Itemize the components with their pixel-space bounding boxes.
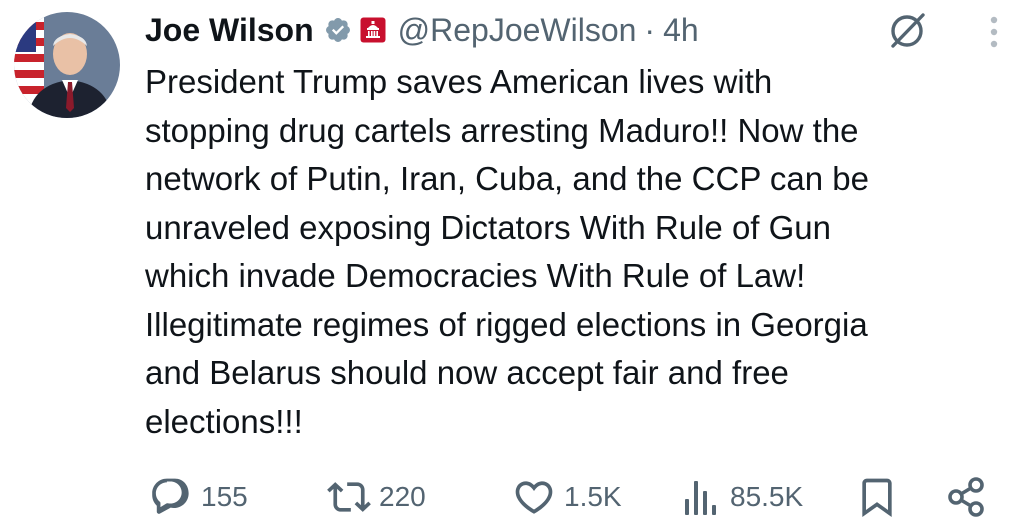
- capitol-affiliation-icon[interactable]: [360, 17, 386, 43]
- action-bar: 155 220 1.5K 85.5K: [145, 472, 1005, 522]
- tweet-text-line: network of Putin, Iran, Cuba, and the CC…: [145, 160, 869, 197]
- like-count: 1.5K: [564, 481, 622, 512]
- header-separator: ·: [644, 11, 656, 48]
- repost-count: 220: [379, 481, 426, 512]
- heart-icon: [515, 481, 553, 514]
- grok-icon[interactable]: [886, 10, 928, 52]
- reply-icon: [152, 478, 189, 514]
- views-icon: [685, 481, 716, 515]
- reply-button[interactable]: 155: [149, 472, 248, 522]
- tweet-text-line: elections!!!: [145, 402, 303, 440]
- avatar[interactable]: [14, 12, 120, 118]
- views-button[interactable]: 85.5K: [682, 472, 803, 522]
- verified-badge-icon[interactable]: [324, 16, 352, 44]
- tweet[interactable]: Joe Wilson @RepJoeWilson · 4h President …: [0, 0, 1024, 530]
- share-button[interactable]: [945, 472, 989, 522]
- repost-button[interactable]: 220: [327, 472, 426, 522]
- tweet-text-line: unraveled exposing Dictators With Rule o…: [145, 208, 832, 246]
- views-count: 85.5K: [730, 481, 804, 512]
- tweet-text-line: Illegitimate regimes of rigged elections…: [145, 305, 868, 343]
- avatar-image: [14, 12, 120, 118]
- reply-count: 155: [201, 481, 248, 512]
- tweet-text: President Trump saves American lives wit…: [145, 58, 1005, 446]
- tweet-text-line: which invade Democracies With Rule of La…: [145, 257, 806, 294]
- tweet-text-line: and Belarus should now accept fair and f…: [145, 354, 789, 391]
- bookmark-icon: [862, 478, 892, 518]
- tweet-timestamp[interactable]: 4h: [663, 12, 699, 49]
- like-button[interactable]: 1.5K: [512, 472, 622, 522]
- bookmark-button[interactable]: [855, 472, 899, 522]
- more-options-icon[interactable]: [984, 14, 1004, 50]
- share-icon: [948, 477, 984, 517]
- repost-icon: [327, 482, 371, 512]
- tweet-header: Joe Wilson @RepJoeWilson · 4h: [145, 8, 905, 52]
- author-name[interactable]: Joe Wilson: [145, 12, 314, 49]
- tweet-text-line: President Trump saves American lives wit…: [145, 63, 773, 100]
- tweet-text-line: stopping drug cartels arresting Maduro!!…: [145, 111, 859, 149]
- author-handle[interactable]: @RepJoeWilson: [398, 12, 637, 49]
